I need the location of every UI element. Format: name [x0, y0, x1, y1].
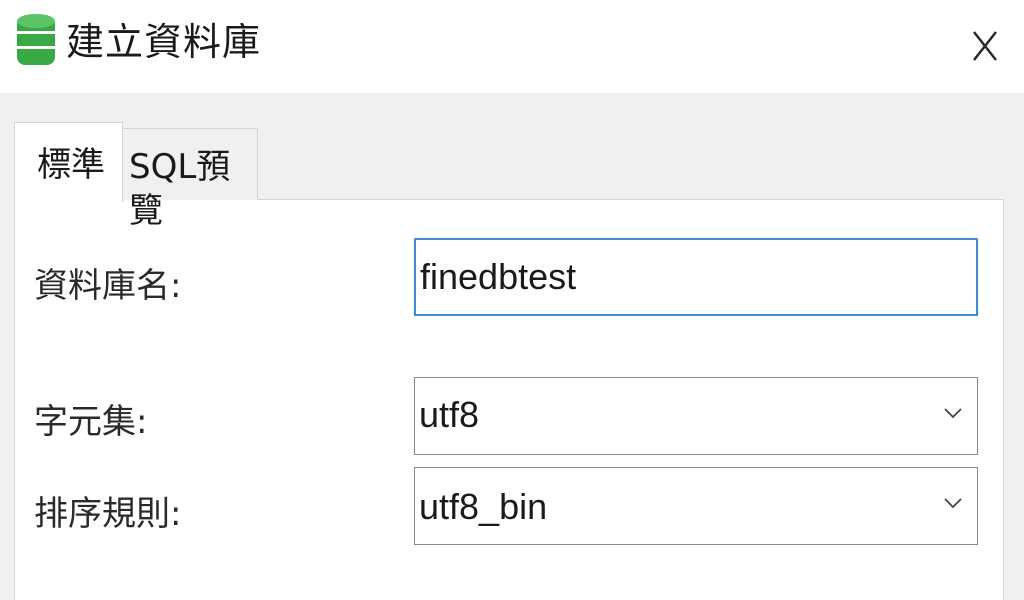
tab-sql-preview[interactable]: SQL預覽 [122, 128, 258, 231]
collation-value: utf8_bin [419, 486, 548, 527]
dialog-title: 建立資料庫 [66, 20, 262, 64]
title-bar: 建立資料庫 [0, 0, 1024, 93]
close-icon[interactable] [952, 12, 1016, 76]
collation-label: 排序規則: [34, 494, 182, 534]
database-name-input[interactable]: finedbtest [414, 238, 978, 316]
tab-standard[interactable]: 標準 [14, 122, 123, 202]
chevron-down-icon [944, 408, 962, 419]
collation-select[interactable]: utf8_bin [414, 467, 978, 545]
database-icon [17, 14, 55, 65]
create-database-dialog: 建立資料庫 標準 SQL預覽 資料庫名: finedbtest 字元集: utf… [0, 0, 1024, 600]
charset-label: 字元集: [34, 402, 148, 442]
chevron-down-icon [944, 498, 962, 509]
charset-value: utf8 [419, 394, 480, 435]
database-name-label: 資料庫名: [34, 266, 182, 306]
charset-select[interactable]: utf8 [414, 377, 978, 455]
